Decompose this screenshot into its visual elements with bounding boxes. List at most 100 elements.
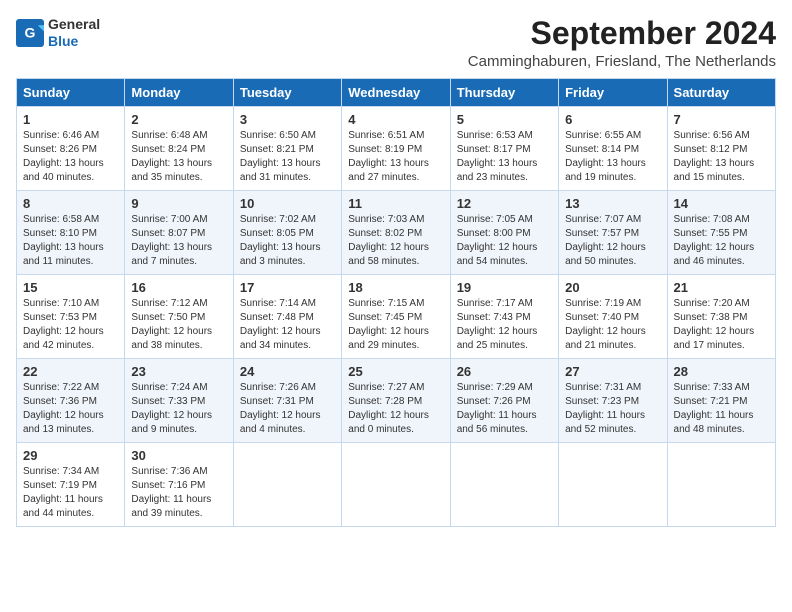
day-info: Sunrise: 7:36 AM Sunset: 7:16 PM Dayligh…	[131, 465, 226, 521]
day-info: Sunrise: 7:22 AM Sunset: 7:36 PM Dayligh…	[23, 381, 118, 437]
day-number: 25	[348, 364, 443, 379]
day-info: Sunrise: 6:46 AM Sunset: 8:26 PM Dayligh…	[23, 129, 118, 185]
day-number: 17	[240, 280, 335, 295]
day-number: 23	[131, 364, 226, 379]
day-number: 7	[674, 112, 769, 127]
day-info: Sunrise: 6:56 AM Sunset: 8:12 PM Dayligh…	[674, 129, 769, 185]
calendar-cell	[667, 443, 775, 527]
logo-icon: G	[16, 19, 44, 47]
weekday-wednesday: Wednesday	[342, 79, 450, 107]
day-info: Sunrise: 7:03 AM Sunset: 8:02 PM Dayligh…	[348, 213, 443, 269]
calendar-cell	[233, 443, 341, 527]
day-number: 4	[348, 112, 443, 127]
svg-text:G: G	[25, 24, 36, 40]
day-info: Sunrise: 7:24 AM Sunset: 7:33 PM Dayligh…	[131, 381, 226, 437]
day-info: Sunrise: 7:26 AM Sunset: 7:31 PM Dayligh…	[240, 381, 335, 437]
day-number: 3	[240, 112, 335, 127]
day-info: Sunrise: 7:15 AM Sunset: 7:45 PM Dayligh…	[348, 297, 443, 353]
day-number: 2	[131, 112, 226, 127]
logo-line1: General	[48, 16, 100, 33]
weekday-friday: Friday	[559, 79, 667, 107]
calendar-cell: 13Sunrise: 7:07 AM Sunset: 7:57 PM Dayli…	[559, 191, 667, 275]
day-info: Sunrise: 7:29 AM Sunset: 7:26 PM Dayligh…	[457, 381, 552, 437]
calendar-cell	[342, 443, 450, 527]
day-info: Sunrise: 7:02 AM Sunset: 8:05 PM Dayligh…	[240, 213, 335, 269]
calendar-week-1: 1 Sunrise: 6:46 AM Sunset: 8:26 PM Daylig…	[17, 107, 776, 191]
day-number: 16	[131, 280, 226, 295]
calendar-cell: 16 Sunrise: 7:12 AM Sunset: 7:50 PM Dayli…	[125, 275, 233, 359]
day-number: 13	[565, 196, 660, 211]
calendar-cell: 30 Sunrise: 7:36 AM Sunset: 7:16 PM Dayli…	[125, 443, 233, 527]
day-info: Sunrise: 7:14 AM Sunset: 7:48 PM Dayligh…	[240, 297, 335, 353]
day-info: Sunrise: 7:20 AM Sunset: 7:38 PM Dayligh…	[674, 297, 769, 353]
day-info: Sunrise: 7:08 AM Sunset: 7:55 PM Dayligh…	[674, 213, 769, 269]
day-info: Sunrise: 7:19 AM Sunset: 7:40 PM Dayligh…	[565, 297, 660, 353]
day-info: Sunrise: 7:05 AM Sunset: 8:00 PM Dayligh…	[457, 213, 552, 269]
day-number: 28	[674, 364, 769, 379]
month-title: September 2024	[468, 16, 776, 51]
calendar-cell: 27 Sunrise: 7:31 AM Sunset: 7:23 PM Dayli…	[559, 359, 667, 443]
day-info: Sunrise: 6:53 AM Sunset: 8:17 PM Dayligh…	[457, 129, 552, 185]
day-number: 26	[457, 364, 552, 379]
day-number: 1	[23, 112, 118, 127]
day-number: 10	[240, 196, 335, 211]
day-info: Sunrise: 7:33 AM Sunset: 7:21 PM Dayligh…	[674, 381, 769, 437]
calendar-cell: 4 Sunrise: 6:51 AM Sunset: 8:19 PM Daylig…	[342, 107, 450, 191]
day-number: 8	[23, 196, 118, 211]
calendar-cell: 23 Sunrise: 7:24 AM Sunset: 7:33 PM Dayli…	[125, 359, 233, 443]
day-number: 27	[565, 364, 660, 379]
day-info: Sunrise: 6:51 AM Sunset: 8:19 PM Dayligh…	[348, 129, 443, 185]
calendar-cell: 2Sunrise: 6:48 AM Sunset: 8:24 PM Daylig…	[125, 107, 233, 191]
calendar-cell: 3 Sunrise: 6:50 AM Sunset: 8:21 PM Daylig…	[233, 107, 341, 191]
subtitle: Camminghaburen, Friesland, The Netherlan…	[468, 53, 776, 70]
calendar-cell	[450, 443, 558, 527]
day-number: 14	[674, 196, 769, 211]
day-info: Sunrise: 6:50 AM Sunset: 8:21 PM Dayligh…	[240, 129, 335, 185]
day-number: 22	[23, 364, 118, 379]
calendar-week-3: 15 Sunrise: 7:10 AM Sunset: 7:53 PM Dayli…	[17, 275, 776, 359]
weekday-monday: Monday	[125, 79, 233, 107]
calendar-week-2: 8 Sunrise: 6:58 AM Sunset: 8:10 PM Daylig…	[17, 191, 776, 275]
calendar: SundayMondayTuesdayWednesdayThursdayFrid…	[16, 78, 776, 527]
day-number: 19	[457, 280, 552, 295]
calendar-cell: 9Sunrise: 7:00 AM Sunset: 8:07 PM Daylig…	[125, 191, 233, 275]
day-number: 6	[565, 112, 660, 127]
calendar-cell: 15 Sunrise: 7:10 AM Sunset: 7:53 PM Dayli…	[17, 275, 125, 359]
calendar-cell: 11Sunrise: 7:03 AM Sunset: 8:02 PM Dayli…	[342, 191, 450, 275]
day-number: 15	[23, 280, 118, 295]
day-info: Sunrise: 7:31 AM Sunset: 7:23 PM Dayligh…	[565, 381, 660, 437]
calendar-cell: 21Sunrise: 7:20 AM Sunset: 7:38 PM Dayli…	[667, 275, 775, 359]
header: G General Blue September 2024 Camminghab…	[16, 16, 776, 70]
calendar-week-4: 22 Sunrise: 7:22 AM Sunset: 7:36 PM Dayli…	[17, 359, 776, 443]
calendar-cell: 18Sunrise: 7:15 AM Sunset: 7:45 PM Dayli…	[342, 275, 450, 359]
day-info: Sunrise: 6:58 AM Sunset: 8:10 PM Dayligh…	[23, 213, 118, 269]
calendar-cell: 10 Sunrise: 7:02 AM Sunset: 8:05 PM Dayli…	[233, 191, 341, 275]
day-number: 20	[565, 280, 660, 295]
calendar-cell: 14 Sunrise: 7:08 AM Sunset: 7:55 PM Dayli…	[667, 191, 775, 275]
calendar-cell: 22 Sunrise: 7:22 AM Sunset: 7:36 PM Dayli…	[17, 359, 125, 443]
day-info: Sunrise: 7:17 AM Sunset: 7:43 PM Dayligh…	[457, 297, 552, 353]
calendar-cell: 28 Sunrise: 7:33 AM Sunset: 7:21 PM Dayli…	[667, 359, 775, 443]
calendar-cell: 29Sunrise: 7:34 AM Sunset: 7:19 PM Dayli…	[17, 443, 125, 527]
weekday-header-row: SundayMondayTuesdayWednesdayThursdayFrid…	[17, 79, 776, 107]
weekday-sunday: Sunday	[17, 79, 125, 107]
day-number: 24	[240, 364, 335, 379]
day-info: Sunrise: 7:12 AM Sunset: 7:50 PM Dayligh…	[131, 297, 226, 353]
calendar-cell: 6 Sunrise: 6:55 AM Sunset: 8:14 PM Daylig…	[559, 107, 667, 191]
weekday-tuesday: Tuesday	[233, 79, 341, 107]
day-info: Sunrise: 7:10 AM Sunset: 7:53 PM Dayligh…	[23, 297, 118, 353]
weekday-thursday: Thursday	[450, 79, 558, 107]
title-area: September 2024 Camminghaburen, Friesland…	[468, 16, 776, 70]
day-number: 9	[131, 196, 226, 211]
day-info: Sunrise: 7:27 AM Sunset: 7:28 PM Dayligh…	[348, 381, 443, 437]
day-number: 30	[131, 448, 226, 463]
calendar-cell: 1 Sunrise: 6:46 AM Sunset: 8:26 PM Daylig…	[17, 107, 125, 191]
calendar-cell: 26 Sunrise: 7:29 AM Sunset: 7:26 PM Dayli…	[450, 359, 558, 443]
weekday-saturday: Saturday	[667, 79, 775, 107]
calendar-cell: 7 Sunrise: 6:56 AM Sunset: 8:12 PM Daylig…	[667, 107, 775, 191]
logo-line2: Blue	[48, 33, 100, 50]
day-info: Sunrise: 6:55 AM Sunset: 8:14 PM Dayligh…	[565, 129, 660, 185]
calendar-body: 1 Sunrise: 6:46 AM Sunset: 8:26 PM Daylig…	[17, 107, 776, 527]
calendar-cell: 12Sunrise: 7:05 AM Sunset: 8:00 PM Dayli…	[450, 191, 558, 275]
calendar-cell: 20 Sunrise: 7:19 AM Sunset: 7:40 PM Dayli…	[559, 275, 667, 359]
